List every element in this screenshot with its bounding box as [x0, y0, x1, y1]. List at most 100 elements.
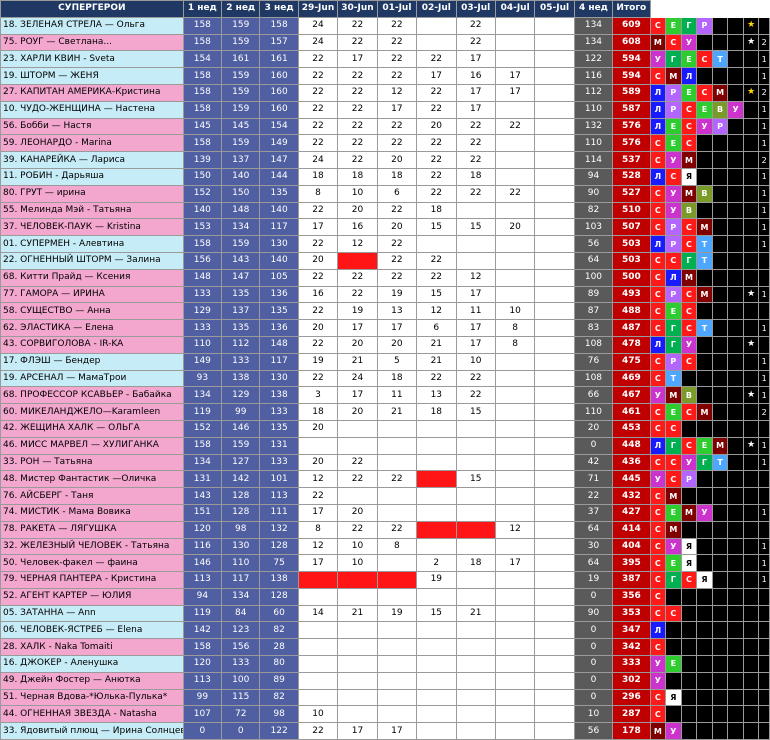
day-score [494, 537, 536, 556]
award-count [758, 419, 770, 438]
letter-badge: С [680, 285, 698, 304]
participant-name: 43. СОРВИГОЛОВА - IR-KA [0, 335, 184, 354]
empty-badge-cell [680, 638, 698, 657]
day-score [337, 251, 378, 270]
week1-score: 120 [182, 655, 223, 673]
letter-badge: Т [696, 251, 713, 270]
day-score: 18 [376, 167, 418, 186]
day-score [534, 134, 575, 153]
empty-badge-cell [711, 503, 729, 522]
day-score: 22 [337, 520, 378, 539]
participant-name: 06. ЧЕЛОВЕК-ЯСТРЕБ — Elena [0, 621, 184, 640]
award-count: 2 [758, 151, 770, 169]
star-icon [742, 470, 760, 489]
day-score: 21 [376, 403, 418, 421]
letter-badge: С [649, 319, 667, 337]
award-count: 1 [758, 503, 770, 522]
day-score: 22 [297, 50, 339, 69]
week1-score: 158 [182, 16, 223, 35]
week1-score: 116 [182, 537, 223, 556]
day-score [416, 33, 457, 52]
week4-score: 64 [573, 554, 614, 573]
day-score [416, 537, 457, 556]
day-score [455, 251, 496, 270]
day-score [337, 487, 378, 505]
week1-score: 129 [182, 302, 223, 321]
day-score: 6 [376, 184, 418, 203]
week3-score: 89 [259, 671, 299, 690]
week1-score: 131 [182, 470, 223, 489]
letter-badge: С [696, 50, 713, 69]
empty-badge-cell [711, 419, 729, 438]
day-score: 12 [376, 83, 418, 102]
day-score: 18 [297, 167, 339, 186]
week1-score: 107 [182, 705, 223, 724]
star-icon [742, 319, 760, 337]
letter-badge: Г [665, 50, 682, 69]
day-score [534, 218, 575, 237]
week3-score: 130 [259, 369, 299, 388]
day-score: 22 [297, 201, 339, 220]
week4-score: 0 [573, 436, 614, 455]
letter-badge: Р [665, 235, 682, 253]
empty-badge-cell [665, 638, 682, 657]
participant-name: 49. Джейн Фостер — Анютка [0, 671, 184, 690]
empty-badge-cell [711, 403, 729, 421]
participant-name: 78. РАКЕТА — ЛЯГУШКА [0, 520, 184, 539]
letter-badge: Е [680, 83, 698, 102]
day-score [534, 487, 575, 505]
day-score [416, 16, 457, 35]
day-score: 18 [416, 201, 457, 220]
header-day: 04-Jul [494, 0, 536, 18]
award-count: 1 [758, 117, 770, 136]
letter-badge: У [727, 100, 744, 119]
week1-score: 145 [182, 117, 223, 136]
letter-badge: С [649, 302, 667, 321]
table-row: 10. ЧУДО-ЖЕНЩИНА — Настена 158 159 160 22 22 1… [0, 100, 770, 119]
day-score: 16 [337, 218, 378, 237]
day-score [455, 201, 496, 220]
day-score: 22 [494, 117, 536, 136]
week1-score: 119 [182, 604, 223, 623]
empty-badge-cell [727, 302, 744, 321]
letter-badge: С [665, 453, 682, 472]
day-score [534, 268, 575, 287]
day-score: 22 [455, 16, 496, 35]
week3-score: 136 [259, 285, 299, 304]
total-score: 576 [612, 134, 651, 153]
day-score: 15 [416, 218, 457, 237]
letter-badge: М [665, 487, 682, 505]
letter-badge: Р [696, 16, 713, 35]
table-row: 50. Человек-факел — фаина 146 110 75 17 10 2 18… [0, 554, 770, 573]
letter-badge: М [711, 436, 729, 455]
total-score: 594 [612, 67, 651, 85]
week3-score: 128 [259, 537, 299, 556]
day-score [337, 436, 378, 455]
empty-badge-cell [696, 722, 713, 740]
letter-badge: Т [696, 319, 713, 337]
letter-badge: Р [665, 285, 682, 304]
letter-badge: Р [680, 470, 698, 489]
week3-score: 133 [259, 453, 299, 472]
letter-badge: С [696, 83, 713, 102]
day-score [534, 470, 575, 489]
header-w3: 3 нед [259, 0, 299, 18]
participant-name: 52. АГЕНТ КАРТЕР — ЮЛИЯ [0, 587, 184, 606]
day-score: 22 [455, 134, 496, 153]
empty-badge-cell [711, 352, 729, 371]
week3-score: 161 [259, 50, 299, 69]
day-score: 10 [494, 302, 536, 321]
star-icon: ★ [742, 436, 760, 455]
award-count [758, 251, 770, 270]
day-score [494, 655, 536, 673]
total-score: 475 [612, 352, 651, 371]
header-w1: 1 нед [182, 0, 223, 18]
empty-badge-cell [665, 671, 682, 690]
participant-name: 80. ГРУТ — ирина [0, 184, 184, 203]
day-score: 17 [455, 83, 496, 102]
award-count [758, 671, 770, 690]
star-icon [742, 487, 760, 505]
table-row: 56. Бобби — Настя 145 145 154 22 22 22 20 22 22 13… [0, 117, 770, 136]
week2-score: 146 [221, 419, 261, 438]
day-score: 22 [297, 268, 339, 287]
